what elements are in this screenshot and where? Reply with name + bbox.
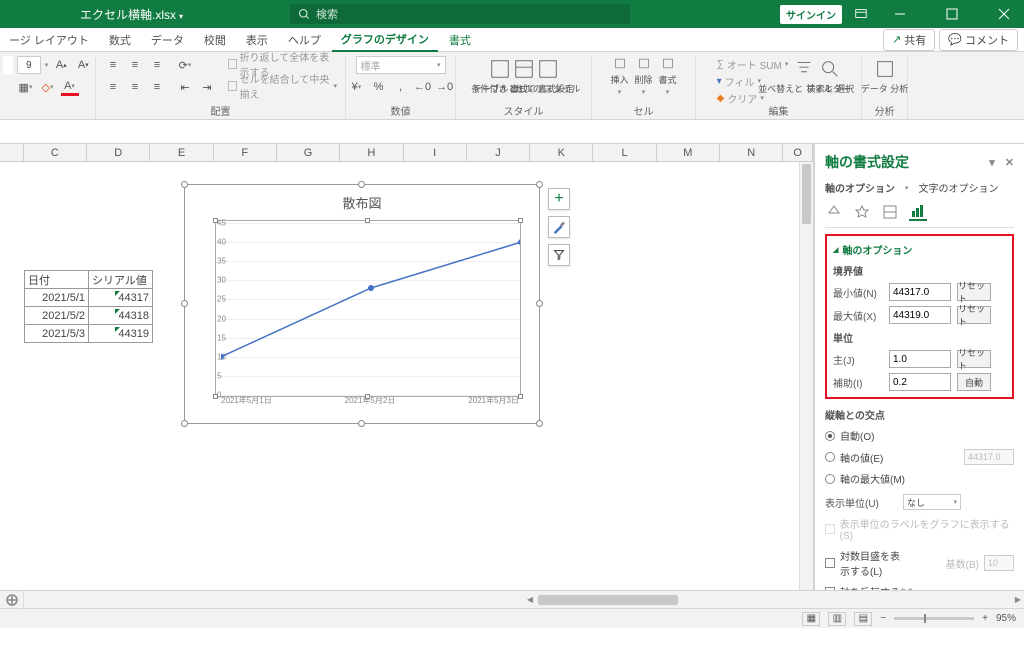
axis-options-tab[interactable]: 軸のオプション <box>825 180 895 195</box>
chart-styles-button[interactable] <box>548 216 570 238</box>
maximize-button[interactable] <box>932 0 972 28</box>
reset-min-button[interactable]: リセット <box>957 283 991 301</box>
auto-minor-button[interactable]: 自動 <box>957 373 991 391</box>
insert-button[interactable]: 挿入▾ <box>610 56 630 96</box>
grow-font-icon[interactable]: A▴ <box>52 56 70 74</box>
format-axis-pane: 軸の書式設定 ▾ ✕ 軸のオプション▾ 文字のオプション 軸のオプション 境界値… <box>814 144 1024 590</box>
search-placeholder: 検索 <box>316 6 338 22</box>
font-color-icon[interactable]: A▾ <box>61 78 79 96</box>
zoom-out-button[interactable]: − <box>880 613 886 624</box>
pane-menu-icon[interactable]: ▾ <box>989 156 995 169</box>
fill-color-icon[interactable]: ◇▾ <box>39 78 57 96</box>
shrink-font-icon[interactable]: A▾ <box>74 56 92 74</box>
tab-review[interactable]: 校閲 <box>195 28 235 52</box>
col-header[interactable]: C <box>24 144 87 161</box>
signin-button[interactable]: サインイン <box>780 5 842 24</box>
comment-button[interactable]: 💬コメント <box>939 29 1018 51</box>
cross-max-radio[interactable]: 軸の最大値(M) <box>825 471 1014 486</box>
close-button[interactable] <box>984 0 1024 28</box>
log-scale-check[interactable]: 対数目盛を表 示する(L)基数(B)10 <box>825 548 1014 578</box>
zoom-slider[interactable] <box>894 617 974 620</box>
tab-pagelayout[interactable]: ージ レイアウト <box>0 28 98 52</box>
formula-bar[interactable] <box>0 120 1024 144</box>
chart-filter-button[interactable] <box>548 244 570 266</box>
ribbon-display-icon[interactable] <box>854 7 868 21</box>
tab-view[interactable]: 表示 <box>237 28 277 52</box>
zoom-level[interactable]: 95% <box>996 613 1016 624</box>
filename: エクセル横軸.xlsx▾ <box>0 6 199 23</box>
reverse-axis-check[interactable]: 軸を反転する(V) <box>825 584 1014 590</box>
tab-formula[interactable]: 数式 <box>100 28 140 52</box>
status-bar: ▦ ▥ ▤ − + 95% <box>0 608 1024 628</box>
axis-max-input[interactable] <box>889 306 951 324</box>
major-unit-input[interactable] <box>889 350 951 368</box>
delete-button[interactable]: 削除▾ <box>634 56 654 96</box>
search-icon <box>298 8 310 20</box>
autosum-button[interactable]: ∑オート SUM▾ <box>717 56 789 72</box>
chart-title[interactable]: 散布図 <box>185 185 539 212</box>
wrap-text[interactable]: 折り返して全体を表示する <box>228 56 337 72</box>
merge-cells[interactable]: セルを結合して中央揃え▾ <box>228 78 337 94</box>
fontsize-input[interactable]: 9 <box>17 56 41 74</box>
worksheet-grid[interactable]: C D E F G H I J K L M N O 日付シリアル値 2021/5… <box>0 144 814 590</box>
axis-min-input[interactable] <box>889 283 951 301</box>
resize-handle[interactable] <box>181 181 188 188</box>
tab-help[interactable]: ヘルプ <box>279 28 330 52</box>
search-box[interactable]: 検索 <box>290 4 630 24</box>
minimize-button[interactable] <box>880 0 920 28</box>
vertical-scrollbar[interactable] <box>799 162 813 590</box>
reset-major-button[interactable]: リセット <box>957 350 991 368</box>
text-options-tab[interactable]: 文字のオプション <box>919 180 999 195</box>
data-table: 日付シリアル値 2021/5/144317 2021/5/244318 2021… <box>24 270 153 343</box>
normal-view-button[interactable]: ▦ <box>802 612 820 626</box>
zoom-in-button[interactable]: + <box>982 613 988 624</box>
minor-unit-input[interactable] <box>889 373 951 391</box>
page-layout-button[interactable]: ▥ <box>828 612 846 626</box>
effects-icon[interactable] <box>853 203 871 221</box>
border-icon[interactable]: ▦▾ <box>17 78 35 96</box>
find-select-button[interactable]: 検索と 選択 <box>820 56 840 96</box>
size-props-icon[interactable] <box>881 203 899 221</box>
display-unit-select[interactable]: なし▾ <box>903 494 961 510</box>
axis-options-highlighted: 軸のオプション 境界値 最小値(N)リセット 最大値(X)リセット 単位 主(J… <box>825 234 1014 399</box>
tab-data[interactable]: データ <box>142 28 193 52</box>
axis-selection[interactable] <box>215 220 521 397</box>
titlebar: エクセル横軸.xlsx▾ 検索 サインイン <box>0 0 1024 28</box>
add-sheet-button[interactable] <box>0 591 24 609</box>
ribbon: 9▾A▴A▾ ▦▾◇▾A▾ ≡≡≡⟳▾ ≡≡≡⇤⇥ 折り返して全体を表示する セ… <box>0 52 1024 120</box>
cross-value-radio[interactable]: 軸の値(E)44317.0 <box>825 449 1014 465</box>
fill-line-icon[interactable] <box>825 203 843 221</box>
chart-elements-button[interactable]: + <box>548 188 570 210</box>
number-format-select[interactable]: 標準▾ <box>356 56 446 74</box>
axis-options-icon[interactable] <box>909 203 927 221</box>
group-alignment: 配置 <box>211 103 231 118</box>
cross-auto-radio[interactable]: 自動(O) <box>825 428 1014 443</box>
pane-close-icon[interactable]: ✕ <box>1005 156 1014 169</box>
chart-object[interactable]: 散布図 051015202530354045 2021年5月1日2021年5月2… <box>184 184 540 424</box>
reset-max-button[interactable]: リセット <box>957 306 991 324</box>
share-button[interactable]: ↗共有 <box>883 29 935 51</box>
horizontal-scrollbar[interactable]: ◀▶ <box>524 593 1024 607</box>
display-unit-label-check: 表示単位のラベルをグラフに表示する(S) <box>825 516 1014 542</box>
ribbon-tabs: ージ レイアウト 数式 データ 校閲 表示 ヘルプ グラフのデザイン 書式 ↗共… <box>0 28 1024 52</box>
analyze-button[interactable]: データ 分析 <box>875 56 895 96</box>
cell-style-button[interactable]: セルの スタイル <box>538 56 558 96</box>
sheet-tabs-row: ◀▶ <box>0 590 1024 608</box>
tab-format[interactable]: 書式 <box>440 28 480 52</box>
format-button[interactable]: 書式▾ <box>658 56 678 96</box>
page-break-button[interactable]: ▤ <box>854 612 872 626</box>
tab-chartdesign[interactable]: グラフのデザイン <box>332 28 438 52</box>
